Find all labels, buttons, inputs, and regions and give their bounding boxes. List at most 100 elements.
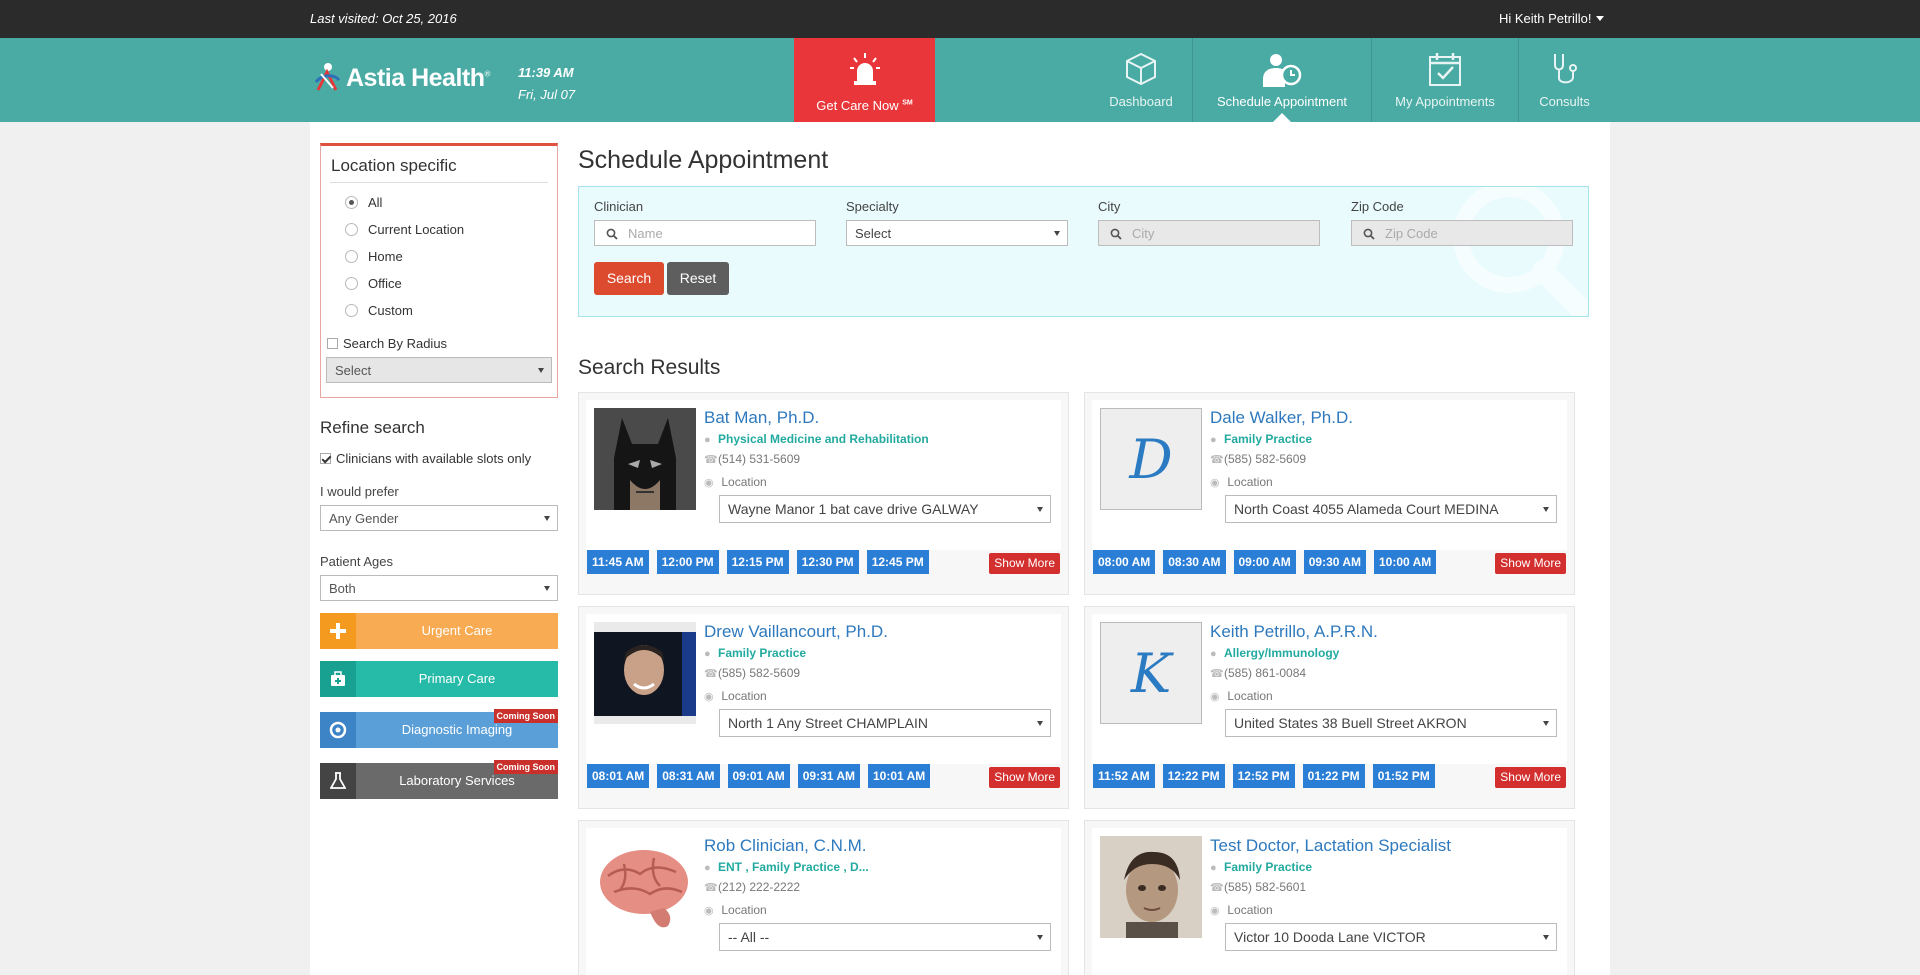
time-slot-button[interactable]: 12:45 PM [866,550,929,574]
location-select[interactable]: United States 38 Buell Street AKRON [1225,709,1557,737]
dropdown-arrow-icon[interactable] [1037,721,1043,726]
nav-consults-label[interactable]: Consults [1519,94,1610,109]
dropdown-arrow-icon[interactable] [538,368,544,373]
location-option-current[interactable]: Current Location [345,222,464,237]
show-more-button[interactable]: Show More [989,767,1060,788]
show-more-button[interactable]: Show More [1495,553,1566,574]
caret-down-icon[interactable] [1596,16,1605,21]
clinician-name[interactable]: Test Doctor, Lactation Specialist [1210,836,1451,856]
get-care-now-label[interactable]: Get Care Now [816,98,898,113]
location-select[interactable]: -- All -- [719,923,1051,951]
time-slot-button[interactable]: 01:22 PM [1302,764,1365,788]
radio-selected[interactable] [345,196,358,209]
specialty-select-value[interactable]: Select [855,226,891,241]
location-option-label[interactable]: Home [368,249,403,264]
search-by-radius-checkbox[interactable]: Search By Radius [327,336,447,351]
clinician-name[interactable]: Drew Vaillancourt, Ph.D. [704,622,888,642]
dropdown-arrow-icon[interactable] [1543,507,1549,512]
nav-my-appointments-label[interactable]: My Appointments [1372,94,1518,109]
location-select[interactable]: North Coast 4055 Alameda Court MEDINA [1225,495,1557,523]
radius-select[interactable]: Select [326,357,552,383]
logo[interactable]: Astia Health® [312,60,490,96]
time-slot-button[interactable]: 09:30 AM [1303,550,1366,574]
search-by-radius-label[interactable]: Search By Radius [343,336,447,351]
time-slot-button[interactable]: 10:00 AM [1374,550,1437,574]
letter-avatar[interactable]: K [1100,622,1202,724]
batman-photo[interactable] [594,408,696,510]
time-slot-button[interactable]: 11:52 AM [1093,764,1155,788]
diagnostic-imaging-label[interactable]: Diagnostic Imaging [356,722,558,737]
dropdown-arrow-icon[interactable] [1543,721,1549,726]
time-slot-button[interactable]: 08:00 AM [1093,550,1156,574]
child-photo[interactable] [1100,836,1202,938]
checkbox-unchecked[interactable] [327,338,338,349]
nav-schedule-appointment[interactable]: Schedule Appointment [1192,38,1371,122]
radio-unselected[interactable] [345,250,358,263]
location-option-label[interactable]: Office [368,276,402,291]
show-more-button[interactable]: Show More [1495,767,1566,788]
checkbox-checked[interactable] [320,453,331,464]
dropdown-arrow-icon[interactable] [1037,507,1043,512]
time-slot-button[interactable]: 08:31 AM [657,764,720,788]
location-select-value[interactable]: North 1 Any Street CHAMPLAIN [728,715,928,731]
location-option-label[interactable]: Custom [368,303,413,318]
location-option-label[interactable]: Current Location [368,222,464,237]
time-slot-button[interactable]: 12:00 PM [656,550,719,574]
radio-unselected[interactable] [345,304,358,317]
location-select-value[interactable]: Wayne Manor 1 bat cave drive GALWAY [728,501,979,517]
time-slot-button[interactable]: 08:30 AM [1163,550,1226,574]
clinician-name[interactable]: Bat Man, Ph.D. [704,408,819,428]
location-select[interactable]: North 1 Any Street CHAMPLAIN [719,709,1051,737]
time-slot-button[interactable]: 12:22 PM [1162,764,1225,788]
location-select[interactable]: Wayne Manor 1 bat cave drive GALWAY [719,495,1051,523]
location-option-home[interactable]: Home [345,249,403,264]
patient-ages-select[interactable]: Both [320,575,558,601]
brain-photo[interactable] [594,836,696,938]
location-select-value[interactable]: Victor 10 Dooda Lane VICTOR [1234,929,1426,945]
dropdown-arrow-icon[interactable] [1054,231,1060,236]
nav-schedule-appointment-label[interactable]: Schedule Appointment [1193,94,1371,109]
nav-dashboard[interactable]: Dashboard [1090,38,1192,122]
gender-select[interactable]: Any Gender [320,505,558,531]
zip-code-placeholder[interactable]: Zip Code [1385,226,1438,241]
location-option-office[interactable]: Office [345,276,402,291]
laboratory-services-label[interactable]: Laboratory Services [356,773,558,788]
user-greeting[interactable]: Hi Keith Petrillo! [1499,11,1591,26]
portrait-photo[interactable] [594,622,696,724]
reset-button[interactable]: Reset [667,262,729,295]
urgent-care-label[interactable]: Urgent Care [356,623,558,638]
time-slot-button[interactable]: 12:15 PM [726,550,789,574]
dropdown-arrow-icon[interactable] [544,516,550,521]
time-slot-button[interactable]: 11:45 AM [587,550,649,574]
time-slot-button[interactable]: 09:31 AM [797,764,860,788]
specialty-select[interactable]: Select [846,220,1068,246]
location-select-value[interactable]: United States 38 Buell Street AKRON [1234,715,1467,731]
nav-consults[interactable]: Consults [1518,38,1610,122]
patient-ages-value[interactable]: Both [329,581,356,596]
time-slot-button[interactable]: 09:01 AM [727,764,790,788]
location-option-all[interactable]: All [345,195,382,210]
clinician-input[interactable]: Name [594,220,816,246]
primary-care-button[interactable]: Primary Care [320,661,558,697]
clinician-name[interactable]: Keith Petrillo, A.P.R.N. [1210,622,1378,642]
city-input[interactable]: City [1098,220,1320,246]
dropdown-arrow-icon[interactable] [1037,935,1043,940]
dropdown-arrow-icon[interactable] [544,586,550,591]
letter-avatar[interactable]: D [1100,408,1202,510]
nav-my-appointments[interactable]: My Appointments [1371,38,1518,122]
time-slot-button[interactable]: 12:52 PM [1232,764,1295,788]
radio-unselected[interactable] [345,277,358,290]
get-care-now-button[interactable]: Get Care Now SM [794,38,935,122]
available-slots-label[interactable]: Clinicians with available slots only [336,451,531,466]
location-select-value[interactable]: North Coast 4055 Alameda Court MEDINA [1234,501,1499,517]
location-select-value[interactable]: -- All -- [728,929,769,945]
urgent-care-button[interactable]: Urgent Care [320,613,558,649]
available-slots-checkbox[interactable]: Clinicians with available slots only [320,451,531,466]
time-slot-button[interactable]: 12:30 PM [796,550,859,574]
nav-dashboard-label[interactable]: Dashboard [1090,94,1192,109]
laboratory-services-button[interactable]: Laboratory Services Coming Soon [320,760,558,799]
diagnostic-imaging-button[interactable]: Diagnostic Imaging Coming Soon [320,709,558,748]
clinician-name[interactable]: Rob Clinician, C.N.M. [704,836,867,856]
clinician-placeholder[interactable]: Name [628,226,663,241]
user-menu[interactable]: Hi Keith Petrillo! [1499,11,1605,26]
